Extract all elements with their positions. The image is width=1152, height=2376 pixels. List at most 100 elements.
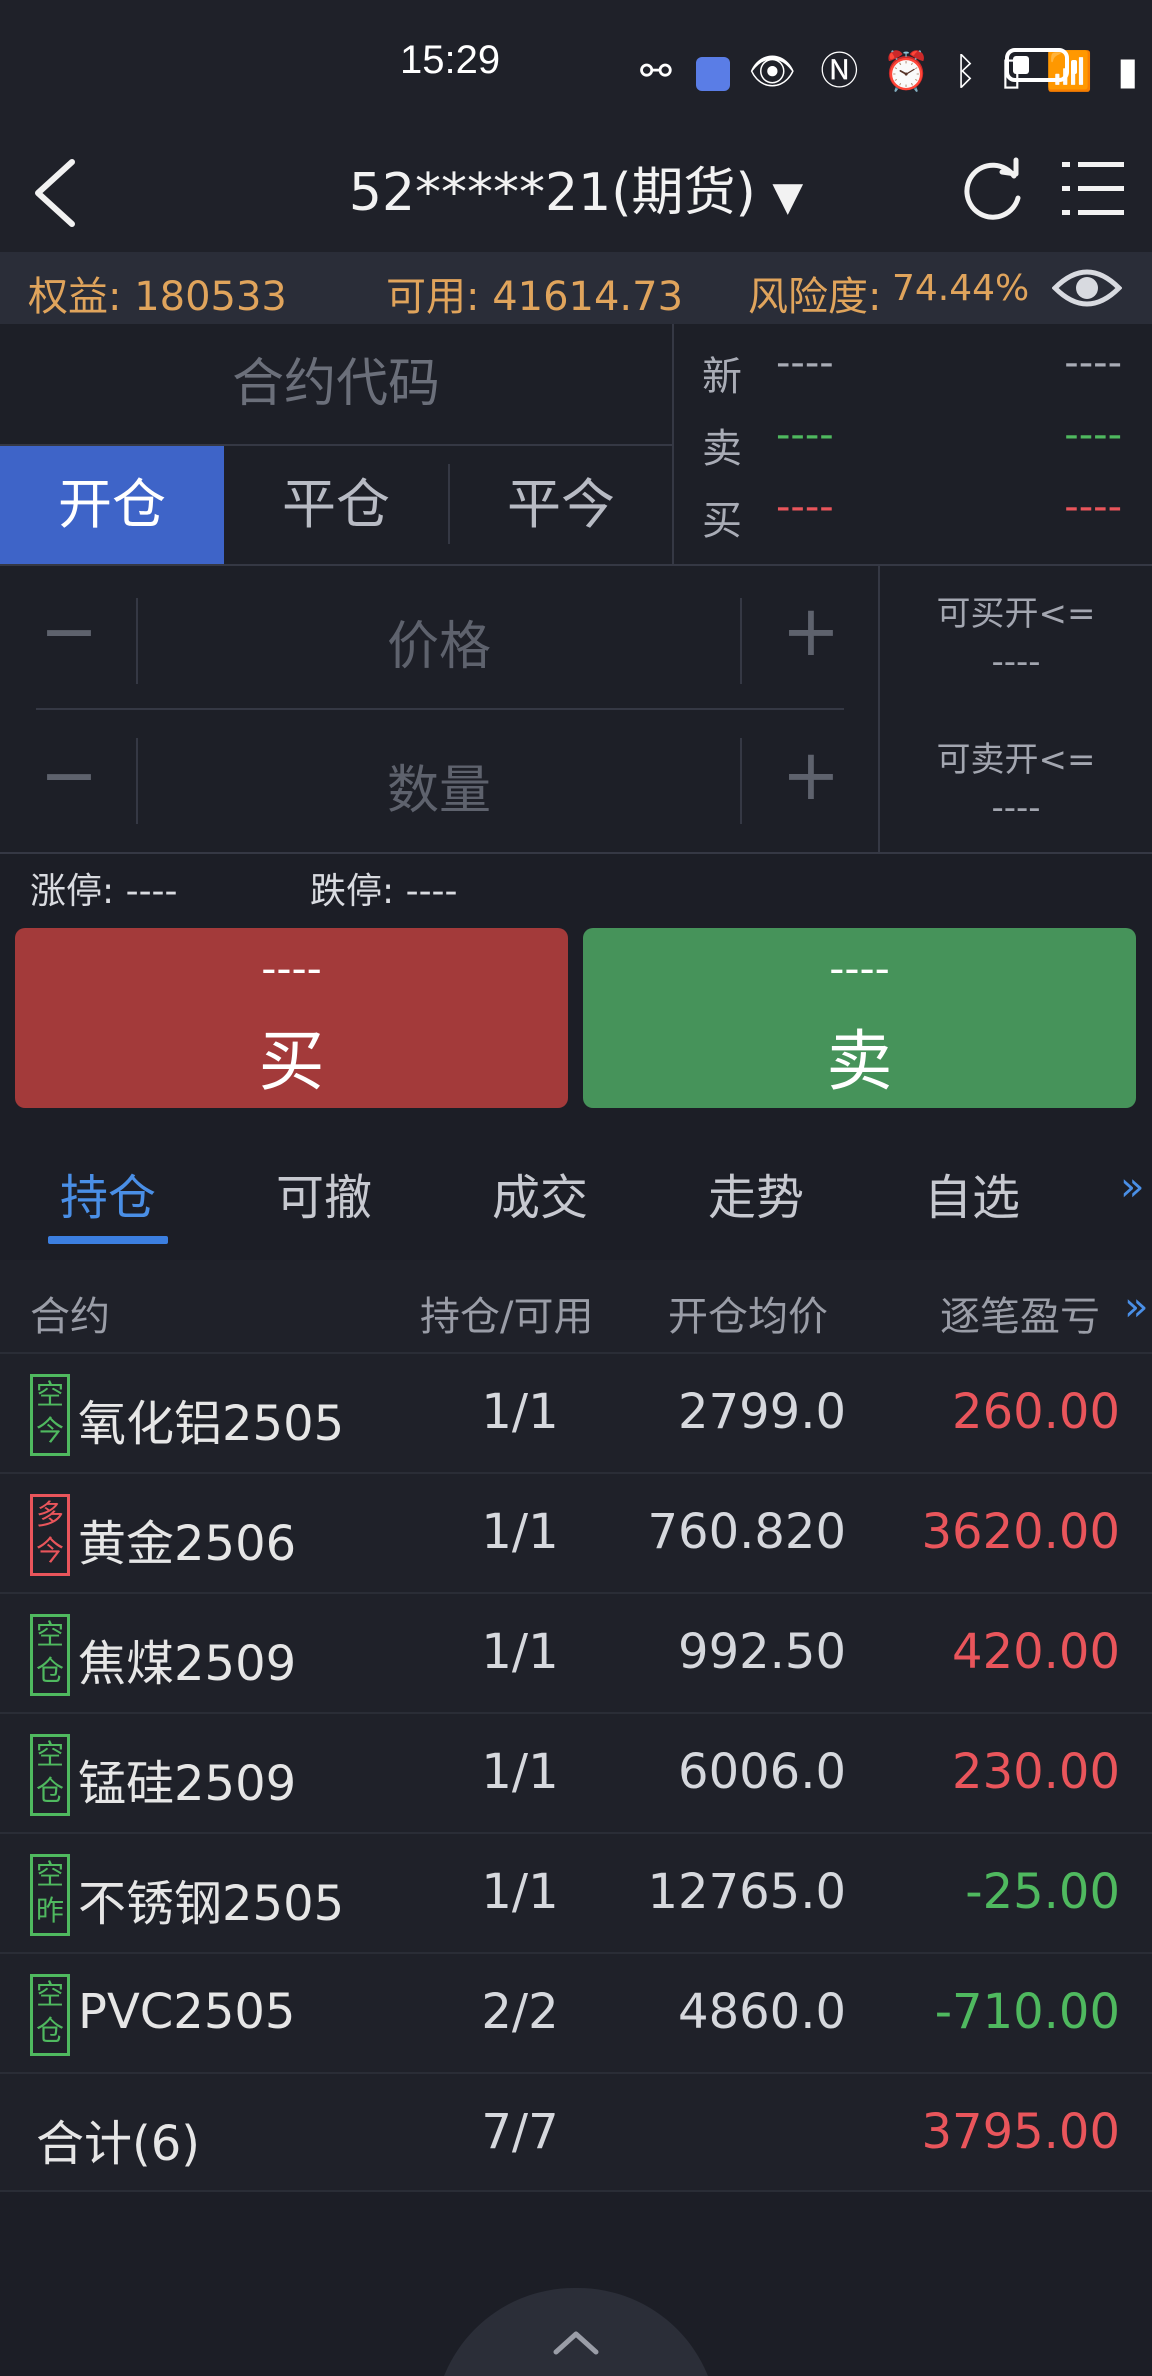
- qty-minus-button[interactable]: −: [24, 734, 114, 816]
- contract-name: 黄金2506: [78, 1516, 297, 1572]
- position-qty: 1/1: [481, 1744, 559, 1800]
- quote-value: ----: [776, 340, 834, 386]
- pnl-value: 260.00: [952, 1384, 1120, 1440]
- tab-open[interactable]: 开仓: [0, 446, 224, 564]
- total-position: 7/7: [481, 2104, 559, 2160]
- table-row[interactable]: 空昨 不锈钢2505 1/1 12765.0 -25.00: [0, 1832, 1152, 1952]
- avg-price: 6006.0: [678, 1744, 846, 1800]
- table-row[interactable]: 多今 黄金2506 1/1 760.820 3620.00: [0, 1472, 1152, 1592]
- contract-name: 焦煤2509: [78, 1636, 297, 1692]
- contract-name: 氧化铝2505: [78, 1396, 345, 1452]
- header-pnl: 逐笔盈亏: [940, 1294, 1100, 1340]
- header-position: 持仓/可用: [420, 1294, 594, 1340]
- can-sell-value: ----: [991, 788, 1041, 828]
- position-tag: 空仓: [30, 1974, 70, 2056]
- price-input[interactable]: 价格: [140, 604, 738, 679]
- chevron-up-icon: [553, 2331, 599, 2355]
- quote-label: 卖: [702, 426, 742, 472]
- price-minus-button[interactable]: −: [24, 590, 114, 672]
- quantity-input[interactable]: 数量: [140, 748, 738, 823]
- total-pnl: 3795.00: [921, 2104, 1121, 2160]
- position-tag: 空今: [30, 1374, 70, 1456]
- quote-label: 买: [702, 498, 742, 544]
- tab-positions[interactable]: 持仓: [60, 1158, 156, 1228]
- tab-cancellable[interactable]: 可撤: [276, 1158, 372, 1228]
- more-tabs-arrow-icon[interactable]: »: [1120, 1164, 1144, 1210]
- status-time: 15:29: [400, 38, 501, 82]
- buy-price: ----: [261, 944, 322, 993]
- contract-name: 不锈钢2505: [78, 1876, 345, 1932]
- contract-name: 锰硅2509: [78, 1756, 297, 1812]
- avg-price: 992.50: [678, 1624, 846, 1680]
- sell-price: ----: [829, 944, 890, 993]
- order-entry-panel: 合约代码 开仓 平仓 平今 新 ---- ---- 卖 ---- ---- 买 …: [0, 324, 1152, 854]
- quote-value: ----: [1064, 340, 1122, 386]
- position-qty: 1/1: [481, 1864, 559, 1920]
- table-row[interactable]: 空仓 锰硅2509 1/1 6006.0 230.00: [0, 1712, 1152, 1832]
- risk-label: 风险度:: [748, 274, 882, 320]
- dropdown-triangle-icon: ▼: [772, 174, 804, 220]
- avg-price: 12765.0: [647, 1864, 847, 1920]
- position-tag: 空昨: [30, 1854, 70, 1936]
- quote-row-bid: 买 ---- ----: [672, 480, 1152, 552]
- refresh-icon[interactable]: [962, 154, 1026, 224]
- position-tag: 多今: [30, 1494, 70, 1576]
- link-icon: ⚯: [640, 49, 678, 93]
- pnl-value: -710.00: [934, 1984, 1120, 2040]
- nfc-icon: Ⓝ: [820, 49, 865, 93]
- buy-label: 买: [258, 1023, 325, 1100]
- tab-trend[interactable]: 走势: [708, 1158, 804, 1228]
- buy-button[interactable]: ---- 买: [15, 928, 568, 1108]
- table-row[interactable]: 空仓 PVC2505 2/2 4860.0 -710.00: [0, 1952, 1152, 2072]
- avg-price: 2799.0: [678, 1384, 846, 1440]
- active-tab-underline: [48, 1236, 168, 1244]
- 5g-signal-icon: ▮: [1117, 49, 1145, 93]
- quote-value: ----: [1064, 412, 1122, 458]
- alarm-icon: ⏰: [882, 49, 936, 93]
- table-total-row: 合计(6) 7/7 3795.00: [0, 2072, 1152, 2192]
- available-value: 可用: 41614.73: [386, 274, 684, 320]
- position-qty: 2/2: [481, 1984, 559, 2040]
- total-label: 合计(6): [36, 2116, 200, 2172]
- contract-name: PVC2505: [78, 1984, 296, 2040]
- tab-close-today[interactable]: 平今: [450, 446, 672, 564]
- status-bar: 15:29 ⚯ 👁 Ⓝ ⏰ ᛒ ▯ 📶 ▮: [0, 0, 1152, 130]
- sell-label: 卖: [826, 1023, 893, 1100]
- quote-row-last: 新 ---- ----: [672, 336, 1152, 408]
- eye-visibility-icon[interactable]: [1052, 260, 1122, 316]
- expand-panel-button[interactable]: [434, 2288, 718, 2376]
- position-qty: 1/1: [481, 1384, 559, 1440]
- limit-up: 涨停: ----: [30, 871, 178, 912]
- price-plus-button[interactable]: +: [766, 590, 856, 672]
- quote-value: ----: [1064, 484, 1122, 530]
- position-tag: 空仓: [30, 1734, 70, 1816]
- pnl-value: -25.00: [965, 1864, 1120, 1920]
- position-tabs: 持仓 可撤 成交 走势 自选 »: [0, 1128, 1152, 1246]
- avg-price: 4860.0: [678, 1984, 846, 2040]
- bluetooth-icon: ᛒ: [953, 49, 983, 93]
- header-more-arrow-icon[interactable]: »: [1124, 1284, 1148, 1330]
- quote-value: ----: [776, 412, 834, 458]
- equity-value: 权益: 180533: [28, 274, 287, 320]
- quote-value: ----: [776, 484, 834, 530]
- eye-icon: 👁: [748, 49, 803, 93]
- can-sell-label: 可卖开<=: [936, 740, 1096, 780]
- avg-price: 760.820: [647, 1504, 847, 1560]
- table-row[interactable]: 空仓 焦煤2509 1/1 992.50 420.00: [0, 1592, 1152, 1712]
- contract-code-input[interactable]: 合约代码: [0, 324, 672, 444]
- table-row[interactable]: 空今 氧化铝2505 1/1 2799.0 260.00: [0, 1352, 1152, 1472]
- battery-icon: [1005, 48, 1077, 82]
- tab-trades[interactable]: 成交: [492, 1158, 588, 1228]
- can-buy-value: ----: [991, 642, 1041, 682]
- can-buy-label: 可买开<=: [936, 594, 1096, 634]
- tab-watchlist[interactable]: 自选: [924, 1158, 1020, 1228]
- qty-plus-button[interactable]: +: [766, 734, 856, 816]
- menu-list-icon[interactable]: [1062, 156, 1124, 220]
- quote-row-ask: 卖 ---- ----: [672, 408, 1152, 480]
- pnl-value: 420.00: [952, 1624, 1120, 1680]
- sell-button[interactable]: ---- 卖: [583, 928, 1136, 1108]
- position-qty: 1/1: [481, 1624, 559, 1680]
- app-icon: [695, 56, 730, 91]
- account-title-text: 52*****21(期货): [348, 163, 756, 223]
- tab-close[interactable]: 平仓: [224, 446, 448, 564]
